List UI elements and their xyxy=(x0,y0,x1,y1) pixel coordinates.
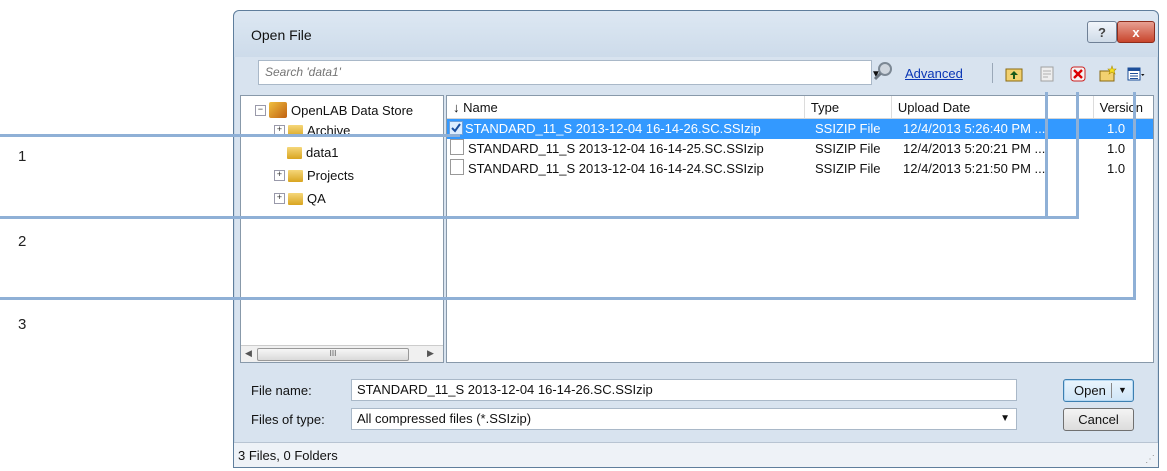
file-selection-panel: File name: STANDARD_11_S 2013-12-04 16-1… xyxy=(234,373,1158,443)
column-type[interactable]: Type xyxy=(805,96,892,118)
file-name: STANDARD_11_S 2013-12-04 16-14-24.SC.SSI… xyxy=(468,161,764,176)
title-bar: Open File ? x xyxy=(234,11,1158,57)
scroll-left-icon[interactable]: ◀ xyxy=(245,348,252,359)
folder-icon xyxy=(288,169,303,182)
delete-icon[interactable] xyxy=(1069,65,1087,83)
help-button[interactable]: ? xyxy=(1087,21,1117,43)
column-upload-date[interactable]: Upload Date xyxy=(892,96,1094,118)
scroll-thumb[interactable]: III xyxy=(257,348,409,361)
resize-grip-icon[interactable]: ⋰ xyxy=(1145,454,1155,465)
tree-item-qa[interactable]: + QA xyxy=(274,191,326,206)
toolbar-separator xyxy=(992,63,993,83)
expand-toggle[interactable]: + xyxy=(274,170,285,181)
type-cell: SSIZIP File xyxy=(815,121,881,136)
callout-line-2-left-leg xyxy=(1045,92,1048,219)
callout-line-1 xyxy=(0,134,460,137)
callout-line-3-leg xyxy=(1133,92,1136,300)
type-cell: SSIZIP File xyxy=(815,141,881,156)
tree-item-label: QA xyxy=(307,191,326,206)
date-cell: 12/4/2013 5:26:40 PM ... xyxy=(903,121,1046,136)
version-cell: 1.0 xyxy=(1107,121,1126,136)
callout-3: 3 xyxy=(18,316,27,333)
dialog-title: Open File xyxy=(251,27,312,43)
split-separator xyxy=(1111,383,1112,398)
checkmark-icon xyxy=(449,121,463,135)
file-type-value: All compressed files (*.SSIzip) xyxy=(357,411,532,426)
open-button-label: Open xyxy=(1074,383,1106,398)
tree-horizontal-scrollbar[interactable]: ◀ III ▶ xyxy=(241,345,443,362)
file-icon xyxy=(450,159,464,175)
tree-root[interactable]: − OpenLAB Data Store xyxy=(255,102,413,118)
date-cell: 12/4/2013 5:21:50 PM ... xyxy=(903,161,1046,176)
up-folder-icon[interactable] xyxy=(1005,65,1023,83)
tree-item-data1[interactable]: data1 xyxy=(287,145,339,160)
search-input[interactable] xyxy=(259,61,831,82)
collapse-toggle[interactable]: − xyxy=(255,104,266,116)
cancel-button[interactable]: Cancel xyxy=(1063,408,1134,431)
open-button[interactable]: Open ▼ xyxy=(1063,379,1134,402)
callout-line-2 xyxy=(0,216,1079,219)
view-menu-icon[interactable] xyxy=(1127,65,1145,83)
file-name-field[interactable]: STANDARD_11_S 2013-12-04 16-14-26.SC.SSI… xyxy=(351,379,1017,401)
callout-line-2-right-leg xyxy=(1076,92,1079,219)
name-cell: STANDARD_11_S 2013-12-04 16-14-24.SC.SSI… xyxy=(447,159,809,179)
close-button[interactable]: x xyxy=(1117,21,1155,43)
file-type-label: Files of type: xyxy=(251,412,325,427)
date-cell: 12/4/2013 5:20:21 PM ... xyxy=(903,141,1046,156)
name-cell: STANDARD_11_S 2013-12-04 16-14-26.SC.SSI… xyxy=(447,119,809,139)
column-name[interactable]: ↓ Name xyxy=(447,96,805,118)
column-version[interactable]: Version xyxy=(1094,96,1153,118)
file-name: STANDARD_11_S 2013-12-04 16-14-25.SC.SSI… xyxy=(468,141,764,156)
folder-icon xyxy=(287,146,302,159)
file-name: STANDARD_11_S 2013-12-04 16-14-26.SC.SSI… xyxy=(465,121,761,136)
new-folder-icon[interactable] xyxy=(1099,65,1117,83)
toolbar: ▼ Advanced xyxy=(234,57,1158,95)
properties-icon[interactable] xyxy=(1038,65,1056,83)
tree-item-projects[interactable]: + Projects xyxy=(274,168,354,183)
callout-line-3 xyxy=(0,297,1136,300)
search-box: ▼ xyxy=(258,60,881,85)
scroll-right-icon[interactable]: ▶ xyxy=(427,348,434,359)
name-cell: STANDARD_11_S 2013-12-04 16-14-25.SC.SSI… xyxy=(447,139,809,159)
version-cell: 1.0 xyxy=(1107,161,1126,176)
file-icon xyxy=(450,139,464,155)
file-name-label: File name: xyxy=(251,383,312,398)
advanced-link[interactable]: Advanced xyxy=(905,66,963,81)
tree-root-label: OpenLAB Data Store xyxy=(291,102,414,118)
tree-item-label: data1 xyxy=(306,145,339,160)
open-file-dialog: Open File ? x ▼ Advanced xyxy=(233,10,1159,468)
status-bar: 3 Files, 0 Folders ⋰ xyxy=(234,442,1158,467)
type-cell: SSIZIP File xyxy=(815,161,881,176)
file-type-select[interactable]: All compressed files (*.SSIzip) ▼ xyxy=(351,408,1017,430)
tree-item-label: Projects xyxy=(307,168,354,183)
expand-toggle[interactable]: + xyxy=(274,193,285,204)
version-cell: 1.0 xyxy=(1107,141,1126,156)
folder-icon xyxy=(288,192,303,205)
status-text: 3 Files, 0 Folders xyxy=(238,448,338,463)
callout-1: 1 xyxy=(18,148,27,165)
data-store-icon xyxy=(269,102,287,118)
chevron-down-icon[interactable]: ▼ xyxy=(1000,409,1010,429)
chevron-down-icon[interactable]: ▼ xyxy=(1118,380,1127,401)
search-icon[interactable] xyxy=(872,60,894,82)
callout-2: 2 xyxy=(18,233,27,250)
